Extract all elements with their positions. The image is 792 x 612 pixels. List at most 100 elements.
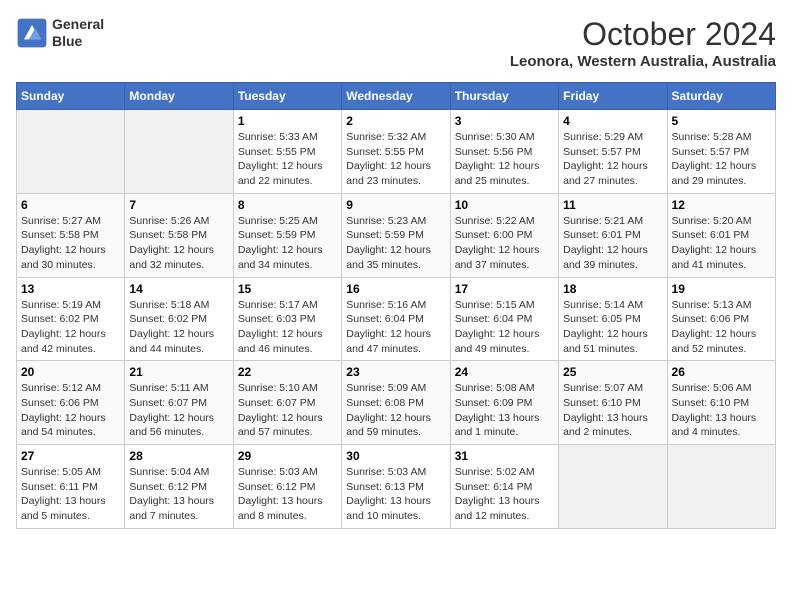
day-number: 15 <box>238 282 337 296</box>
day-number: 7 <box>129 198 228 212</box>
calendar-cell: 14 Sunrise: 5:18 AMSunset: 6:02 PMDayligh… <box>125 277 233 361</box>
subtitle: Leonora, Western Australia, Australia <box>510 53 776 70</box>
day-info: Sunrise: 5:30 AMSunset: 5:56 PMDaylight:… <box>455 130 554 189</box>
calendar-cell: 9 Sunrise: 5:23 AMSunset: 5:59 PMDaylight… <box>342 193 450 277</box>
day-info: Sunrise: 5:03 AMSunset: 6:12 PMDaylight:… <box>238 465 337 524</box>
calendar-cell: 15 Sunrise: 5:17 AMSunset: 6:03 PMDayligh… <box>233 277 341 361</box>
day-info: Sunrise: 5:10 AMSunset: 6:07 PMDaylight:… <box>238 381 337 440</box>
calendar-cell: 20Sunrise: 5:12 AMSunset: 6:06 PMDayligh… <box>17 361 125 445</box>
calendar-cell: 6 Sunrise: 5:27 AMSunset: 5:58 PMDaylight… <box>17 193 125 277</box>
day-info: Sunrise: 5:09 AMSunset: 6:08 PMDaylight:… <box>346 381 445 440</box>
day-info: Sunrise: 5:08 AMSunset: 6:09 PMDaylight:… <box>455 381 554 440</box>
day-number: 10 <box>455 198 554 212</box>
logo-text: General Blue <box>52 16 104 50</box>
day-info: Sunrise: 5:05 AMSunset: 6:11 PMDaylight:… <box>21 465 120 524</box>
day-info: Sunrise: 5:20 AMSunset: 6:01 PMDaylight:… <box>672 214 771 273</box>
calendar-body: 1 Sunrise: 5:33 AMSunset: 5:55 PMDaylight… <box>17 110 776 529</box>
calendar-cell: 11 Sunrise: 5:21 AMSunset: 6:01 PMDayligh… <box>559 193 667 277</box>
day-info: Sunrise: 5:25 AMSunset: 5:59 PMDaylight:… <box>238 214 337 273</box>
calendar-cell: 10Sunrise: 5:22 AMSunset: 6:00 PMDayligh… <box>450 193 558 277</box>
calendar-cell <box>667 445 775 529</box>
calendar-cell <box>559 445 667 529</box>
day-number: 26 <box>672 365 771 379</box>
calendar-cell: 2Sunrise: 5:32 AMSunset: 5:55 PMDaylight… <box>342 110 450 194</box>
calendar-cell: 16Sunrise: 5:16 AMSunset: 6:04 PMDayligh… <box>342 277 450 361</box>
day-number: 13 <box>21 282 120 296</box>
day-number: 14 <box>129 282 228 296</box>
logo-line2: Blue <box>52 33 104 50</box>
calendar-cell: 5Sunrise: 5:28 AMSunset: 5:57 PMDaylight… <box>667 110 775 194</box>
day-number: 25 <box>563 365 662 379</box>
calendar-cell <box>125 110 233 194</box>
calendar-cell: 17 Sunrise: 5:15 AMSunset: 6:04 PMDayligh… <box>450 277 558 361</box>
day-info: Sunrise: 5:15 AMSunset: 6:04 PMDaylight:… <box>455 298 554 357</box>
calendar-cell: 19Sunrise: 5:13 AMSunset: 6:06 PMDayligh… <box>667 277 775 361</box>
day-info: Sunrise: 5:26 AMSunset: 5:58 PMDaylight:… <box>129 214 228 273</box>
calendar-table: SundayMondayTuesdayWednesdayThursdayFrid… <box>16 82 776 529</box>
day-info: Sunrise: 5:11 AMSunset: 6:07 PMDaylight:… <box>129 381 228 440</box>
calendar-cell: 26 Sunrise: 5:06 AMSunset: 6:10 PMDayligh… <box>667 361 775 445</box>
day-info: Sunrise: 5:19 AMSunset: 6:02 PMDaylight:… <box>21 298 120 357</box>
day-number: 23 <box>346 365 445 379</box>
day-info: Sunrise: 5:02 AMSunset: 6:14 PMDaylight:… <box>455 465 554 524</box>
header-day-tuesday: Tuesday <box>233 83 341 110</box>
day-number: 17 <box>455 282 554 296</box>
day-number: 21 <box>129 365 228 379</box>
day-number: 3 <box>455 114 554 128</box>
calendar-cell: 23 Sunrise: 5:09 AMSunset: 6:08 PMDayligh… <box>342 361 450 445</box>
calendar-cell: 12 Sunrise: 5:20 AMSunset: 6:01 PMDayligh… <box>667 193 775 277</box>
day-info: Sunrise: 5:18 AMSunset: 6:02 PMDaylight:… <box>129 298 228 357</box>
day-info: Sunrise: 5:13 AMSunset: 6:06 PMDaylight:… <box>672 298 771 357</box>
calendar-header: SundayMondayTuesdayWednesdayThursdayFrid… <box>17 83 776 110</box>
header-day-friday: Friday <box>559 83 667 110</box>
day-number: 18 <box>563 282 662 296</box>
calendar-cell: 1 Sunrise: 5:33 AMSunset: 5:55 PMDaylight… <box>233 110 341 194</box>
calendar-cell: 18Sunrise: 5:14 AMSunset: 6:05 PMDayligh… <box>559 277 667 361</box>
day-number: 27 <box>21 449 120 463</box>
calendar-cell: 30Sunrise: 5:03 AMSunset: 6:13 PMDayligh… <box>342 445 450 529</box>
week-row-0: 1 Sunrise: 5:33 AMSunset: 5:55 PMDaylight… <box>17 110 776 194</box>
logo: General Blue <box>16 16 104 50</box>
day-number: 24 <box>455 365 554 379</box>
header-row: SundayMondayTuesdayWednesdayThursdayFrid… <box>17 83 776 110</box>
day-number: 6 <box>21 198 120 212</box>
calendar-cell: 24 Sunrise: 5:08 AMSunset: 6:09 PMDayligh… <box>450 361 558 445</box>
day-number: 1 <box>238 114 337 128</box>
header-day-wednesday: Wednesday <box>342 83 450 110</box>
day-info: Sunrise: 5:04 AMSunset: 6:12 PMDaylight:… <box>129 465 228 524</box>
day-number: 12 <box>672 198 771 212</box>
day-number: 31 <box>455 449 554 463</box>
week-row-3: 20Sunrise: 5:12 AMSunset: 6:06 PMDayligh… <box>17 361 776 445</box>
day-number: 8 <box>238 198 337 212</box>
day-info: Sunrise: 5:03 AMSunset: 6:13 PMDaylight:… <box>346 465 445 524</box>
logo-line1: General <box>52 16 104 33</box>
day-number: 22 <box>238 365 337 379</box>
calendar-cell <box>17 110 125 194</box>
day-info: Sunrise: 5:27 AMSunset: 5:58 PMDaylight:… <box>21 214 120 273</box>
calendar-cell: 22 Sunrise: 5:10 AMSunset: 6:07 PMDayligh… <box>233 361 341 445</box>
day-info: Sunrise: 5:06 AMSunset: 6:10 PMDaylight:… <box>672 381 771 440</box>
logo-icon <box>16 17 48 49</box>
day-number: 2 <box>346 114 445 128</box>
week-row-1: 6 Sunrise: 5:27 AMSunset: 5:58 PMDaylight… <box>17 193 776 277</box>
day-number: 9 <box>346 198 445 212</box>
calendar-cell: 7 Sunrise: 5:26 AMSunset: 5:58 PMDaylight… <box>125 193 233 277</box>
day-info: Sunrise: 5:33 AMSunset: 5:55 PMDaylight:… <box>238 130 337 189</box>
day-info: Sunrise: 5:21 AMSunset: 6:01 PMDaylight:… <box>563 214 662 273</box>
page-header: General Blue October 2024 Leonora, Weste… <box>16 16 776 70</box>
day-info: Sunrise: 5:23 AMSunset: 5:59 PMDaylight:… <box>346 214 445 273</box>
calendar-cell: 27 Sunrise: 5:05 AMSunset: 6:11 PMDayligh… <box>17 445 125 529</box>
day-info: Sunrise: 5:29 AMSunset: 5:57 PMDaylight:… <box>563 130 662 189</box>
week-row-2: 13 Sunrise: 5:19 AMSunset: 6:02 PMDayligh… <box>17 277 776 361</box>
day-info: Sunrise: 5:12 AMSunset: 6:06 PMDaylight:… <box>21 381 120 440</box>
calendar-cell: 13 Sunrise: 5:19 AMSunset: 6:02 PMDayligh… <box>17 277 125 361</box>
week-row-4: 27 Sunrise: 5:05 AMSunset: 6:11 PMDayligh… <box>17 445 776 529</box>
day-number: 5 <box>672 114 771 128</box>
header-day-thursday: Thursday <box>450 83 558 110</box>
day-number: 11 <box>563 198 662 212</box>
header-day-saturday: Saturday <box>667 83 775 110</box>
calendar-cell: 25 Sunrise: 5:07 AMSunset: 6:10 PMDayligh… <box>559 361 667 445</box>
day-info: Sunrise: 5:07 AMSunset: 6:10 PMDaylight:… <box>563 381 662 440</box>
calendar-cell: 31 Sunrise: 5:02 AMSunset: 6:14 PMDayligh… <box>450 445 558 529</box>
day-info: Sunrise: 5:17 AMSunset: 6:03 PMDaylight:… <box>238 298 337 357</box>
